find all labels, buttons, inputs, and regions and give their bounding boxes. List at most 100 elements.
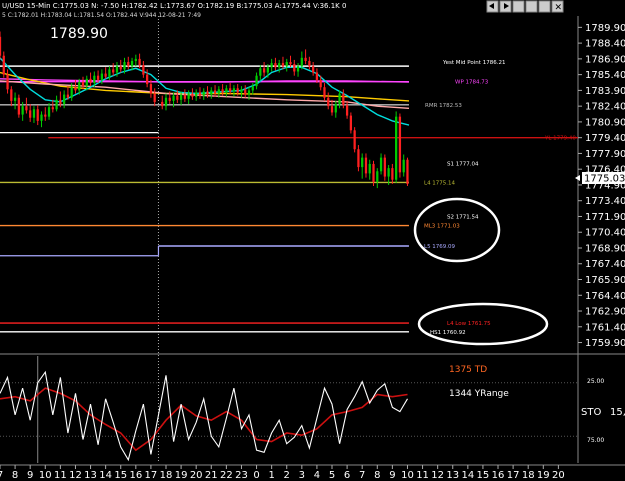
time-tick-label: 2 [284,470,290,481]
candle-body [112,69,115,73]
candle-body [55,99,58,110]
stoch-level-75: 75.00 [587,437,604,444]
level-label: HS1 1760.92 [430,330,466,336]
candle-body [229,88,232,92]
candle-body [364,157,368,174]
candle-body [6,74,9,90]
price-tick-label: 1759.90 [585,338,625,349]
candle-body [13,97,17,101]
time-tick-label: 7 [0,470,3,481]
candle-body [262,68,266,73]
price-tick-label: 1768.90 [585,243,625,254]
time-tick-label: 17 [145,470,158,481]
candle-body [78,81,81,91]
candle-body [213,90,217,94]
candle-body [127,62,130,67]
candle-body [164,97,168,107]
trading-chart: U/USD 15-Min C:1775.03 N: -7.50 H:1782.4… [0,0,625,481]
price-tick-label: 1786.90 [585,54,625,65]
candle-body [323,87,326,98]
candle-body [266,67,270,73]
candle-body [0,36,2,56]
candle-body [312,66,315,73]
candle-body [161,101,164,107]
candle-body [115,66,119,73]
candle-body [40,114,43,121]
candle-body [334,104,337,113]
time-tick-label: 20 [552,470,565,481]
restore-icon[interactable] [512,0,525,13]
time-tick-label: 18 [522,470,535,481]
time-tick-label: 3 [299,470,305,481]
time-tick-label: 9 [27,470,33,481]
level-label: RMR 1782.53 [425,103,462,109]
candle-body [278,63,281,68]
price-tick-label: 1761.40 [585,322,625,333]
candle-body [100,73,103,80]
candle-body [66,94,70,98]
candle-body [225,88,228,93]
level-label: L4 Low 1761.75 [447,321,491,327]
candle-body [119,66,122,70]
time-tick-label: 9 [389,470,395,481]
candle-body [134,58,137,61]
candle-body [221,89,224,93]
maximize-icon[interactable] [538,0,551,13]
stoch-level-25: 25.00 [587,378,604,385]
time-tick-label: 19 [175,470,188,481]
candle-body [357,149,360,168]
candle-body [270,63,273,68]
candle-body [108,69,111,77]
candle-body [44,114,47,117]
candle-body [247,90,251,95]
candle-body [2,55,5,75]
minimize-icon[interactable] [525,0,538,13]
candle-body [391,168,394,180]
time-tick-label: 0 [253,470,259,481]
candle-body [308,60,311,67]
candle-body [29,110,32,118]
level-label: ML3 1771.03 [424,224,460,230]
candle-body [327,97,330,107]
candle-body [330,106,334,113]
level-label: L4 1775.14 [424,180,456,186]
candle-body [210,90,213,95]
price-tick-label: 1767.40 [585,259,625,270]
price-tick-label: 1782.40 [585,102,625,113]
candle-body [376,171,379,182]
level-label: S2 1771.54 [447,214,479,220]
candle-body [398,116,402,173]
time-tick-label: 15 [477,470,490,481]
price-tick-label: 1770.40 [585,228,625,239]
candle-body [104,73,107,77]
time-tick-label: 22 [220,470,233,481]
candle-body [10,89,13,101]
price-axis: 1789.90 1788.40 1786.90 1785.40 1783.90 1782.… [578,23,625,349]
candle-body [349,115,353,131]
level-label: S1 1777.04 [447,161,479,167]
time-tick-label: 16 [129,470,142,481]
candle-body [21,106,24,115]
candle-body [300,57,303,67]
time-tick-label: 8 [12,470,18,481]
candle-body [368,163,371,174]
price-tick-label: 1762.90 [585,307,625,318]
time-tick-label: 13 [446,470,459,481]
candle-body [236,88,239,93]
candle-body [25,106,28,111]
candle-body [47,107,51,117]
candle-body [146,74,149,85]
time-tick-label: 4 [314,470,320,481]
time-tick-label: 17 [507,470,520,481]
candle-body [51,107,54,110]
candle-body [255,75,258,87]
level-label: YL 1779.40 [544,136,576,142]
candle-body [179,94,183,100]
price-tick-label: 1788.40 [585,39,625,50]
price-tick-label: 1783.90 [585,86,625,97]
candle-body [36,109,39,121]
last-price-label: 1775.03 [584,174,625,185]
candle-body [296,66,300,72]
candle-body [383,157,386,177]
candle-body [153,93,156,102]
